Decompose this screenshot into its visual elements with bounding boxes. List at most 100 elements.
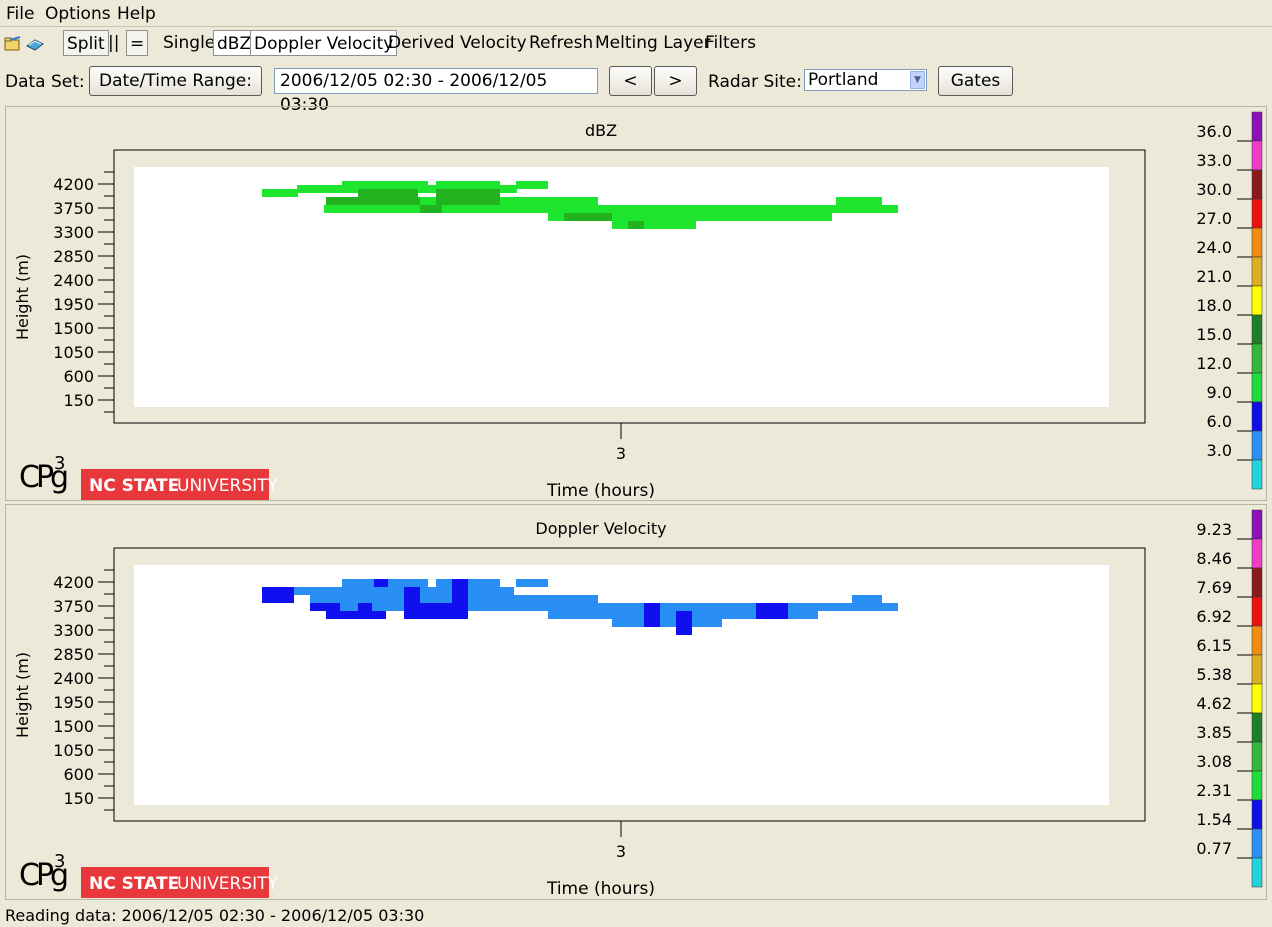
echo-cell xyxy=(548,595,596,603)
menu-options[interactable]: Options xyxy=(45,4,111,24)
y-tick-label: 1050 xyxy=(53,741,94,760)
echo-cell-strong xyxy=(420,205,442,213)
open-book-icon[interactable] xyxy=(26,36,44,52)
colorbar-segment xyxy=(1251,683,1263,714)
derived-velocity-button[interactable]: Derived Velocity xyxy=(388,30,527,56)
doppler-panel: Doppler Velocity 150 600 1050 1500 1950 2400 28… xyxy=(5,504,1267,900)
ncsu-logo-text: NC STATE xyxy=(89,476,179,496)
dbz-chart[interactable]: dBZ 150 600 1050 1500 1950 2400 2850 3300 3750 420… xyxy=(6,107,1266,501)
echo-cell xyxy=(516,181,548,189)
colorbar-label: 27.0 xyxy=(1196,209,1232,228)
y-tick-label: 150 xyxy=(63,391,94,410)
echo-cell-strong xyxy=(436,189,500,197)
radar-site-value: Portland xyxy=(808,70,879,90)
menu-bar: File Options Help xyxy=(0,0,1272,27)
x-tick-label: 3 xyxy=(616,444,626,463)
y-tick-label: 3750 xyxy=(53,597,94,616)
echo-cell-strong xyxy=(436,197,500,205)
colorbar-label: 7.69 xyxy=(1196,578,1232,597)
y-tick-label: 600 xyxy=(63,765,94,784)
colorbar-segment xyxy=(1251,256,1263,287)
colorbar-segment xyxy=(1251,799,1263,830)
colorbar-label: 8.46 xyxy=(1196,549,1232,568)
prev-button[interactable]: < xyxy=(609,66,652,96)
control-row: Data Set: Date/Time Range: 2006/12/05 02… xyxy=(0,64,1272,115)
colorbar-label: 36.0 xyxy=(1196,122,1232,141)
colorbar-label: 6.0 xyxy=(1207,412,1232,431)
gates-button[interactable]: Gates xyxy=(938,66,1013,96)
horizontal-split-button[interactable]: = xyxy=(126,30,149,56)
cpg-logo-superscript: 3 xyxy=(54,851,65,872)
echo-cell xyxy=(708,603,740,611)
date-range-button[interactable]: Date/Time Range: xyxy=(89,66,262,96)
y-tick-label: 3300 xyxy=(53,621,94,640)
colorbar-segment xyxy=(1251,828,1263,859)
y-tick-label: 4200 xyxy=(53,573,94,592)
menu-file[interactable]: File xyxy=(6,4,34,24)
echo-cell xyxy=(342,181,428,189)
y-tick-label: 2850 xyxy=(53,247,94,266)
filters-button[interactable]: Filters xyxy=(705,30,756,56)
y-tick-label: 3300 xyxy=(53,223,94,242)
colorbar-label: 2.31 xyxy=(1196,781,1232,800)
echo-cell xyxy=(786,611,806,619)
y-tick-label: 1950 xyxy=(53,693,94,712)
status-prefix: Reading data: xyxy=(5,906,122,925)
next-button[interactable]: > xyxy=(654,66,697,96)
echo-cell-strong xyxy=(628,221,644,229)
dbz-panel: dBZ 150 600 1050 1500 1950 2400 2850 3300 3750 420… xyxy=(5,106,1267,501)
echo-cell-strong xyxy=(358,603,372,611)
echo-cell-strong xyxy=(326,197,420,205)
echo-cell-strong xyxy=(564,213,612,221)
colorbar-segment xyxy=(1251,712,1263,743)
colorbar-segment xyxy=(1251,770,1263,801)
colorbar-label: 0.77 xyxy=(1196,839,1232,858)
y-tick-label: 1050 xyxy=(53,343,94,362)
y-axis-label: Height (m) xyxy=(13,254,32,340)
colorbar-segment xyxy=(1251,314,1263,345)
colorbar-label: 1.54 xyxy=(1196,810,1232,829)
colorbar-segment xyxy=(1251,430,1263,461)
menu-help[interactable]: Help xyxy=(117,4,156,24)
colorbar-label: 3.85 xyxy=(1196,723,1232,742)
colorbar-label: 5.38 xyxy=(1196,665,1232,684)
colorbar-segment xyxy=(1251,401,1263,432)
echo-cell xyxy=(852,595,882,603)
echo-cell-strong xyxy=(404,587,420,619)
open-folder-icon[interactable] xyxy=(4,36,22,52)
vertical-split-button[interactable]: || xyxy=(108,30,119,56)
colorbar-label: 9.23 xyxy=(1196,520,1232,539)
colorbar-segment xyxy=(1251,111,1263,142)
x-tick-label: 3 xyxy=(616,842,626,861)
ncsu-logo-text: NC STATE xyxy=(89,874,179,894)
colorbar-label: 30.0 xyxy=(1196,180,1232,199)
echo-cell-strong xyxy=(358,189,418,197)
y-tick-label: 150 xyxy=(63,789,94,808)
single-button[interactable]: Single xyxy=(163,30,215,56)
refresh-button[interactable]: Refresh xyxy=(529,30,593,56)
echo-cell xyxy=(262,189,298,197)
y-axis-label: Height (m) xyxy=(13,652,32,738)
chevron-down-icon[interactable]: ▼ xyxy=(910,71,925,89)
y-tick-label: 1950 xyxy=(53,295,94,314)
colorbar-segment xyxy=(1251,343,1263,374)
y-tick-label: 3750 xyxy=(53,199,94,218)
radar-site-select[interactable]: Portland ▼ xyxy=(804,69,927,91)
y-tick-label: 2400 xyxy=(53,271,94,290)
plot-area xyxy=(134,167,1109,407)
dbz-button[interactable]: dBZ xyxy=(213,30,256,56)
melting-layer-button[interactable]: Melting Layer xyxy=(595,30,711,56)
colorbar-label: 21.0 xyxy=(1196,267,1232,286)
colorbar-segment xyxy=(1251,596,1263,627)
colorbar-label: 18.0 xyxy=(1196,296,1232,315)
colorbar-label: 6.15 xyxy=(1196,636,1232,655)
echo-cell xyxy=(792,213,832,221)
echo-cell xyxy=(756,205,790,213)
split-button[interactable]: Split xyxy=(63,30,109,56)
date-range-field[interactable]: 2006/12/05 02:30 - 2006/12/05 03:30 xyxy=(274,68,598,115)
colorbar-segment xyxy=(1251,372,1263,403)
status-bar: Reading data: 2006/12/05 02:30 - 2006/12… xyxy=(5,906,424,925)
doppler-chart[interactable]: Doppler Velocity 150 600 1050 1500 1950 2400 28… xyxy=(6,505,1266,899)
ncsu-logo-text-2: UNIVERSITY xyxy=(177,476,279,496)
doppler-velocity-button[interactable]: Doppler Velocity xyxy=(250,30,398,56)
